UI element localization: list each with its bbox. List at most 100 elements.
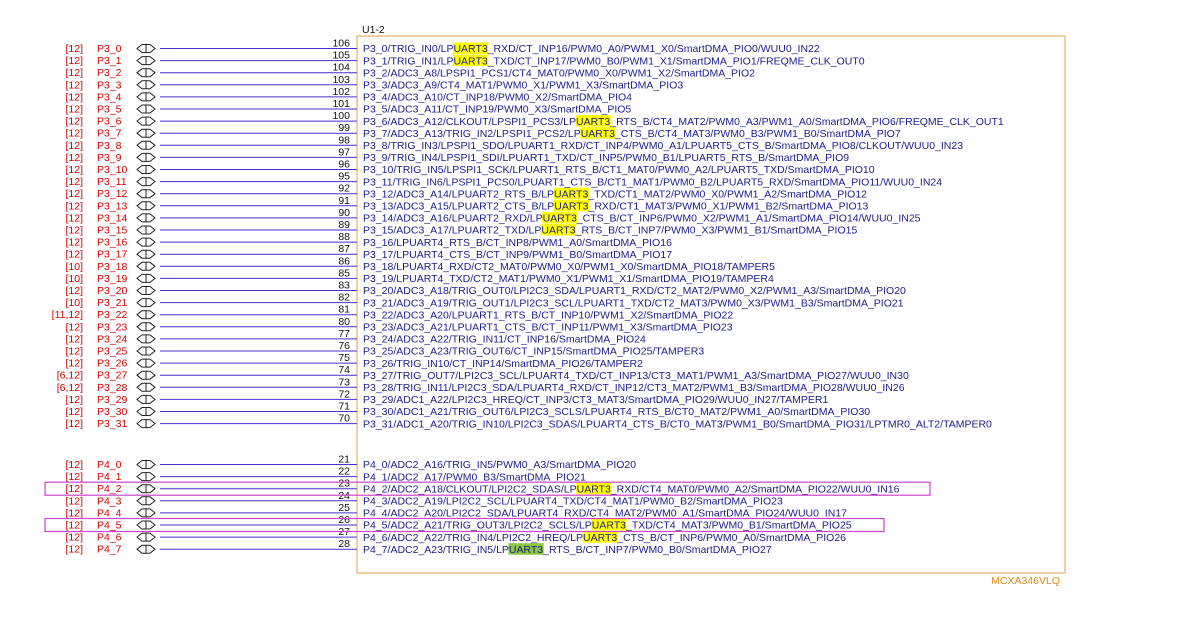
sheet-reference: [12]	[65, 495, 83, 507]
pin-number: 104	[332, 62, 350, 74]
net-label[interactable]: P3_24	[97, 333, 128, 345]
sheet-reference: [12]	[65, 418, 83, 430]
net-label[interactable]: P3_19	[97, 273, 128, 285]
net-label[interactable]: P4_1	[97, 471, 122, 483]
pin-number: 103	[332, 74, 350, 86]
pin-number: 81	[338, 304, 350, 316]
net-label[interactable]: P3_9	[97, 152, 122, 164]
net-label[interactable]: P3_22	[97, 309, 128, 321]
pin-signal-name: P3_31/ADC1_A20/TRIG_IN10/LPI2C3_SDAS/LPU…	[363, 418, 992, 430]
net-label[interactable]: P3_3	[97, 79, 122, 91]
net-label[interactable]: P3_0	[97, 43, 122, 55]
net-label[interactable]: P3_12	[97, 188, 128, 200]
pin-signal-name: P4_0/ADC2_A16/TRIG_IN5/PWM0_A3/SmartDMA_…	[363, 459, 636, 471]
net-label[interactable]: P3_30	[97, 406, 128, 418]
pin-number: 25	[338, 502, 350, 514]
net-label[interactable]: P3_23	[97, 321, 128, 333]
pin-number: 71	[338, 401, 350, 413]
pin-number: 80	[338, 316, 350, 328]
net-label[interactable]: P3_4	[97, 91, 122, 103]
sheet-reference: [12]	[65, 200, 83, 212]
net-label[interactable]: P4_6	[97, 532, 122, 544]
net-label[interactable]: P3_8	[97, 140, 122, 152]
pin-number: 106	[332, 38, 350, 50]
sheet-reference: [12]	[65, 483, 83, 495]
net-label[interactable]: P3_28	[97, 382, 128, 394]
pin-signal-name: P3_10/TRIG_IN5/LPSPI1_SCK/LPUART1_RTS_B/…	[363, 164, 875, 176]
net-label[interactable]: P4_7	[97, 544, 122, 556]
net-label[interactable]: P3_31	[97, 418, 128, 430]
pin-number: 85	[338, 267, 350, 279]
bidirectional-port-icon-left	[136, 201, 147, 211]
net-label[interactable]: P3_11	[97, 176, 127, 188]
bidirectional-port-icon-left	[136, 177, 147, 187]
pin-number: 99	[338, 122, 350, 134]
sheet-reference: [12]	[65, 176, 83, 188]
net-label[interactable]: P3_10	[97, 164, 128, 176]
net-label[interactable]: P4_5	[97, 520, 122, 532]
net-label[interactable]: P3_15	[97, 225, 128, 237]
sheet-reference: [12]	[65, 285, 83, 297]
bidirectional-port-icon-left	[136, 152, 147, 162]
bidirectional-port-icon-left	[136, 249, 147, 259]
net-label[interactable]: P3_25	[97, 346, 128, 358]
net-label[interactable]: P3_26	[97, 358, 128, 370]
sheet-reference: [12]	[65, 212, 83, 224]
bidirectional-port-icon-left	[136, 237, 147, 247]
bidirectional-port-icon-left	[136, 116, 147, 126]
net-label[interactable]: P3_14	[97, 212, 128, 224]
pin-signal-name: P3_3/ADC3_A9/CT4_MAT1/PWM0_X1/PWM1_X3/Sm…	[363, 80, 683, 92]
net-label[interactable]: P3_7	[97, 128, 122, 140]
bidirectional-port-icon-left	[136, 68, 147, 78]
bidirectional-port-icon-left	[136, 56, 147, 66]
net-label[interactable]: P3_20	[97, 285, 128, 297]
bidirectional-port-icon-left	[136, 261, 147, 271]
bidirectional-port-icon-right	[146, 44, 156, 53]
pin-number: 87	[338, 243, 350, 255]
pin-signal-name: P3_13/ADC3_A15/LPUART2_CTS_B/LPUART3_RXD…	[363, 201, 869, 213]
bidirectional-port-icon-right	[146, 370, 156, 380]
pin-signal-name: P3_25/ADC3_A23/TRIG_OUT6/CT_INP15/SmartD…	[363, 346, 704, 358]
pin-signal-name: P4_2/ADC2_A18/CLKOUT/LPI2C2_SDAS/LPUART3…	[363, 483, 900, 495]
net-label[interactable]: P3_1	[97, 55, 122, 67]
sheet-reference: [12]	[65, 237, 83, 249]
net-label[interactable]: P3_2	[97, 67, 122, 79]
pin-signal-name: P3_11/TRIG_IN6/LPSPI1_PCS0/LPUART1_CTS_B…	[363, 176, 942, 188]
pin-number: 77	[338, 328, 350, 340]
sheet-reference: [12]	[65, 79, 83, 91]
net-label[interactable]: P4_3	[97, 495, 122, 507]
bidirectional-port-icon-left	[136, 346, 147, 356]
pin-number: 92	[338, 183, 350, 195]
pin-signal-name: P4_1/ADC2_A17/PWM0_B3/SmartDMA_PIO21	[363, 471, 586, 483]
bidirectional-port-icon-right	[146, 116, 156, 126]
bidirectional-port-icon-right	[146, 484, 156, 494]
bidirectional-port-icon-left	[136, 508, 147, 518]
bidirectional-port-icon-right	[146, 496, 156, 506]
sheet-reference: [12]	[65, 520, 83, 532]
bidirectional-port-icon-right	[146, 104, 156, 114]
net-label[interactable]: P3_16	[97, 237, 128, 249]
pin-number: 86	[338, 255, 350, 267]
net-label[interactable]: P3_6	[97, 116, 122, 128]
net-label[interactable]: P4_0	[97, 459, 122, 471]
pin-number: 102	[332, 86, 350, 98]
net-label[interactable]: P4_4	[97, 507, 122, 519]
net-label[interactable]: P3_5	[97, 104, 122, 116]
net-label[interactable]: P4_2	[97, 483, 122, 495]
net-label[interactable]: P3_13	[97, 200, 128, 212]
bidirectional-port-icon-left	[136, 496, 147, 506]
sheet-reference: [12]	[65, 321, 83, 333]
pin-signal-name: P3_0/TRIG_IN0/LPUART3_RXD/CT_INP16/PWM0_…	[363, 43, 820, 55]
sheet-reference: [12]	[65, 544, 83, 556]
net-label[interactable]: P3_29	[97, 394, 128, 406]
bidirectional-port-icon-right	[146, 237, 156, 247]
bidirectional-port-icon-left	[136, 286, 147, 295]
sheet-reference: [10]	[65, 261, 83, 273]
sheet-reference: [12]	[65, 471, 83, 483]
bidirectional-port-icon-right	[146, 152, 156, 162]
net-label[interactable]: P3_21	[97, 297, 128, 309]
net-label[interactable]: P3_18	[97, 261, 128, 273]
net-label[interactable]: P3_17	[97, 249, 128, 261]
pin-signal-name: P4_6/ADC2_A22/TRIG_IN4/LPI2C2_HREQ/LPUAR…	[363, 532, 846, 544]
net-label[interactable]: P3_27	[97, 370, 128, 382]
